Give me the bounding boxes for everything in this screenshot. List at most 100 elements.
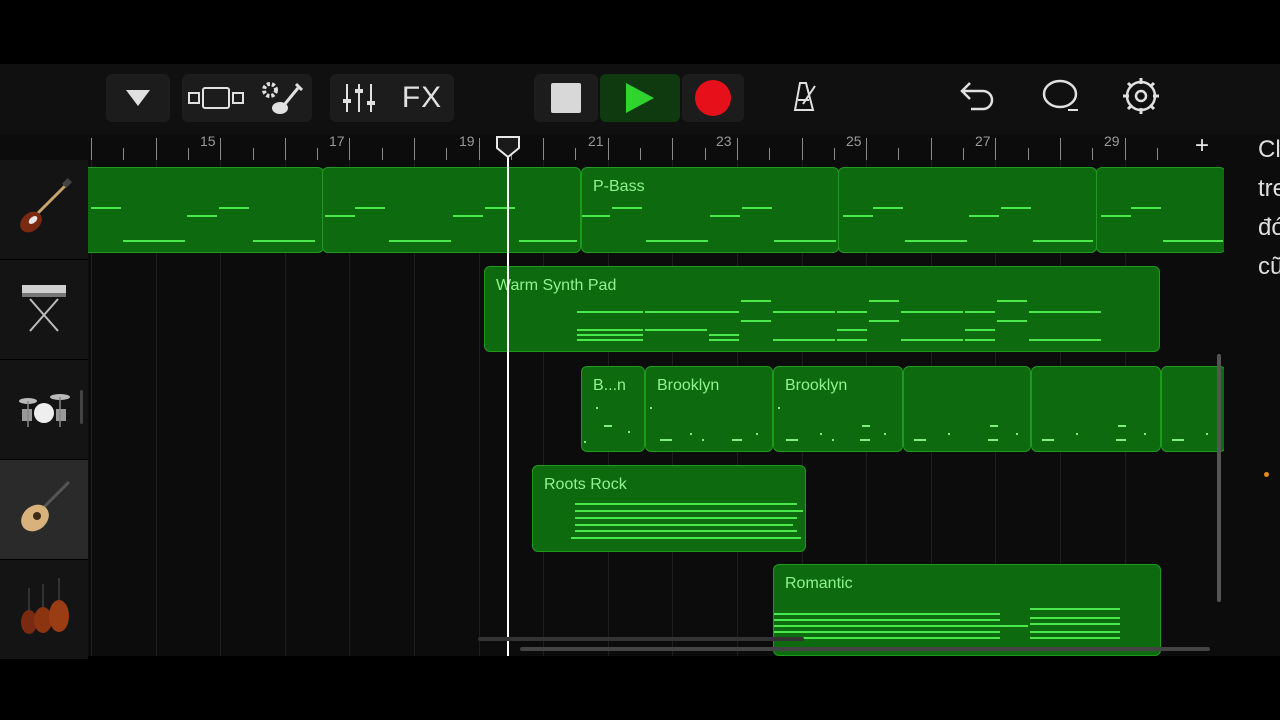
note <box>453 215 483 217</box>
drum-hit <box>660 439 672 441</box>
ruler-tick <box>1092 148 1093 160</box>
region-warm-synth-pad[interactable]: Warm Synth Pad <box>484 266 1160 352</box>
track-header-synth[interactable] <box>0 260 88 360</box>
note <box>774 240 836 242</box>
caption-line: đó <box>1258 214 1280 241</box>
ruler-tick <box>382 148 383 160</box>
drum-hit <box>914 439 926 441</box>
region-romantic[interactable]: Romantic <box>773 564 1161 656</box>
lane-guitar: Roots Rock <box>88 460 1224 559</box>
undo-button[interactable] <box>956 74 998 122</box>
settings-button[interactable] <box>1118 74 1164 122</box>
note <box>577 334 643 336</box>
drum-hit <box>596 407 598 409</box>
ruler-tick <box>91 138 92 160</box>
instrument-settings-icon[interactable] <box>260 80 306 116</box>
drum-hit <box>1076 433 1078 435</box>
drum-hit <box>990 425 998 427</box>
note <box>577 339 643 341</box>
region-drums-5[interactable] <box>1031 366 1161 452</box>
horizontal-scrollbar[interactable] <box>520 647 1210 651</box>
track-header-drums[interactable] <box>0 360 88 460</box>
region-drums-short[interactable]: B...n <box>581 366 645 452</box>
note <box>1163 240 1223 242</box>
record-button[interactable] <box>682 74 744 122</box>
ruler-tick <box>1125 138 1126 160</box>
track-header-guitar[interactable] <box>0 460 88 560</box>
note <box>774 619 1000 621</box>
tracks-view-icon[interactable] <box>188 86 244 110</box>
drum-hit <box>884 433 886 435</box>
note <box>575 503 797 505</box>
toolbar: FX <box>0 64 1280 134</box>
note <box>612 207 642 209</box>
track-header-bass[interactable] <box>0 160 88 260</box>
region-roots-rock[interactable]: Roots Rock <box>532 465 806 552</box>
region-bass-d[interactable] <box>1096 167 1224 253</box>
ruler-tick <box>931 138 932 160</box>
drum-hit <box>756 433 758 435</box>
note <box>773 339 835 341</box>
ruler-tick <box>446 148 447 160</box>
note <box>969 215 999 217</box>
region-brooklyn-1[interactable]: Brooklyn <box>645 366 773 452</box>
region-brooklyn-2[interactable]: Brooklyn <box>773 366 903 452</box>
note <box>742 207 772 209</box>
region-bass-c[interactable] <box>838 167 1097 253</box>
drum-hit <box>948 433 950 435</box>
region-p-bass[interactable]: P-Bass <box>581 167 839 253</box>
bar-number: 19 <box>459 133 475 149</box>
note <box>575 524 793 526</box>
region-bass-b[interactable] <box>322 167 581 253</box>
fx-button[interactable]: FX <box>402 81 442 115</box>
bar-number: 21 <box>588 133 604 149</box>
ruler-tick <box>802 138 803 160</box>
note <box>485 207 515 209</box>
note <box>1030 631 1120 633</box>
note <box>1030 608 1120 610</box>
mixer-icon[interactable] <box>342 83 376 113</box>
drum-hit <box>1042 439 1054 441</box>
header-scrollbar[interactable] <box>80 390 83 424</box>
drum-hit <box>1144 433 1146 435</box>
region-drums-6[interactable] <box>1161 366 1224 452</box>
timeline-ruler[interactable]: 15 17 19 21 23 25 27 29 <box>88 133 1224 160</box>
ruler-tick <box>737 138 738 160</box>
region-bass-a[interactable] <box>88 167 324 253</box>
dropdown-button[interactable] <box>106 74 170 122</box>
stop-button[interactable] <box>534 74 598 122</box>
ruler-tick <box>608 138 609 160</box>
ruler-tick <box>123 148 124 160</box>
bass-guitar-icon <box>13 176 75 243</box>
vertical-scrollbar[interactable] <box>1217 354 1221 602</box>
loop-button[interactable] <box>1038 74 1082 122</box>
play-button[interactable] <box>600 74 680 122</box>
ruler-tick <box>479 138 480 160</box>
note <box>741 320 771 322</box>
drum-hit <box>690 433 692 435</box>
note <box>709 339 739 341</box>
playhead-handle[interactable] <box>495 136 521 159</box>
metronome-button[interactable] <box>780 74 826 122</box>
region-label: Brooklyn <box>657 377 720 394</box>
drum-hit <box>650 407 652 409</box>
ruler-tick <box>220 138 221 160</box>
note <box>1029 311 1101 313</box>
region-drums-4[interactable] <box>903 366 1031 452</box>
note <box>837 339 867 341</box>
note <box>219 207 249 209</box>
drum-hit <box>1172 439 1184 441</box>
horizontal-scrollbar-shadow <box>478 637 804 641</box>
caption-line: Cl <box>1258 136 1280 163</box>
mixer-fx-group: FX <box>330 74 454 122</box>
tracks-area[interactable]: P-Bass Warm Synth Pad B...n Brooklyn Bro… <box>88 160 1224 656</box>
lane-bass: P-Bass <box>88 160 1224 259</box>
ruler-tick <box>188 148 189 160</box>
note <box>325 215 355 217</box>
drum-hit <box>1016 433 1018 435</box>
bar-number: 23 <box>716 133 732 149</box>
note <box>901 339 963 341</box>
add-section-button[interactable]: + <box>1190 132 1214 160</box>
track-header-strings[interactable] <box>0 560 88 660</box>
drum-hit <box>786 439 798 441</box>
